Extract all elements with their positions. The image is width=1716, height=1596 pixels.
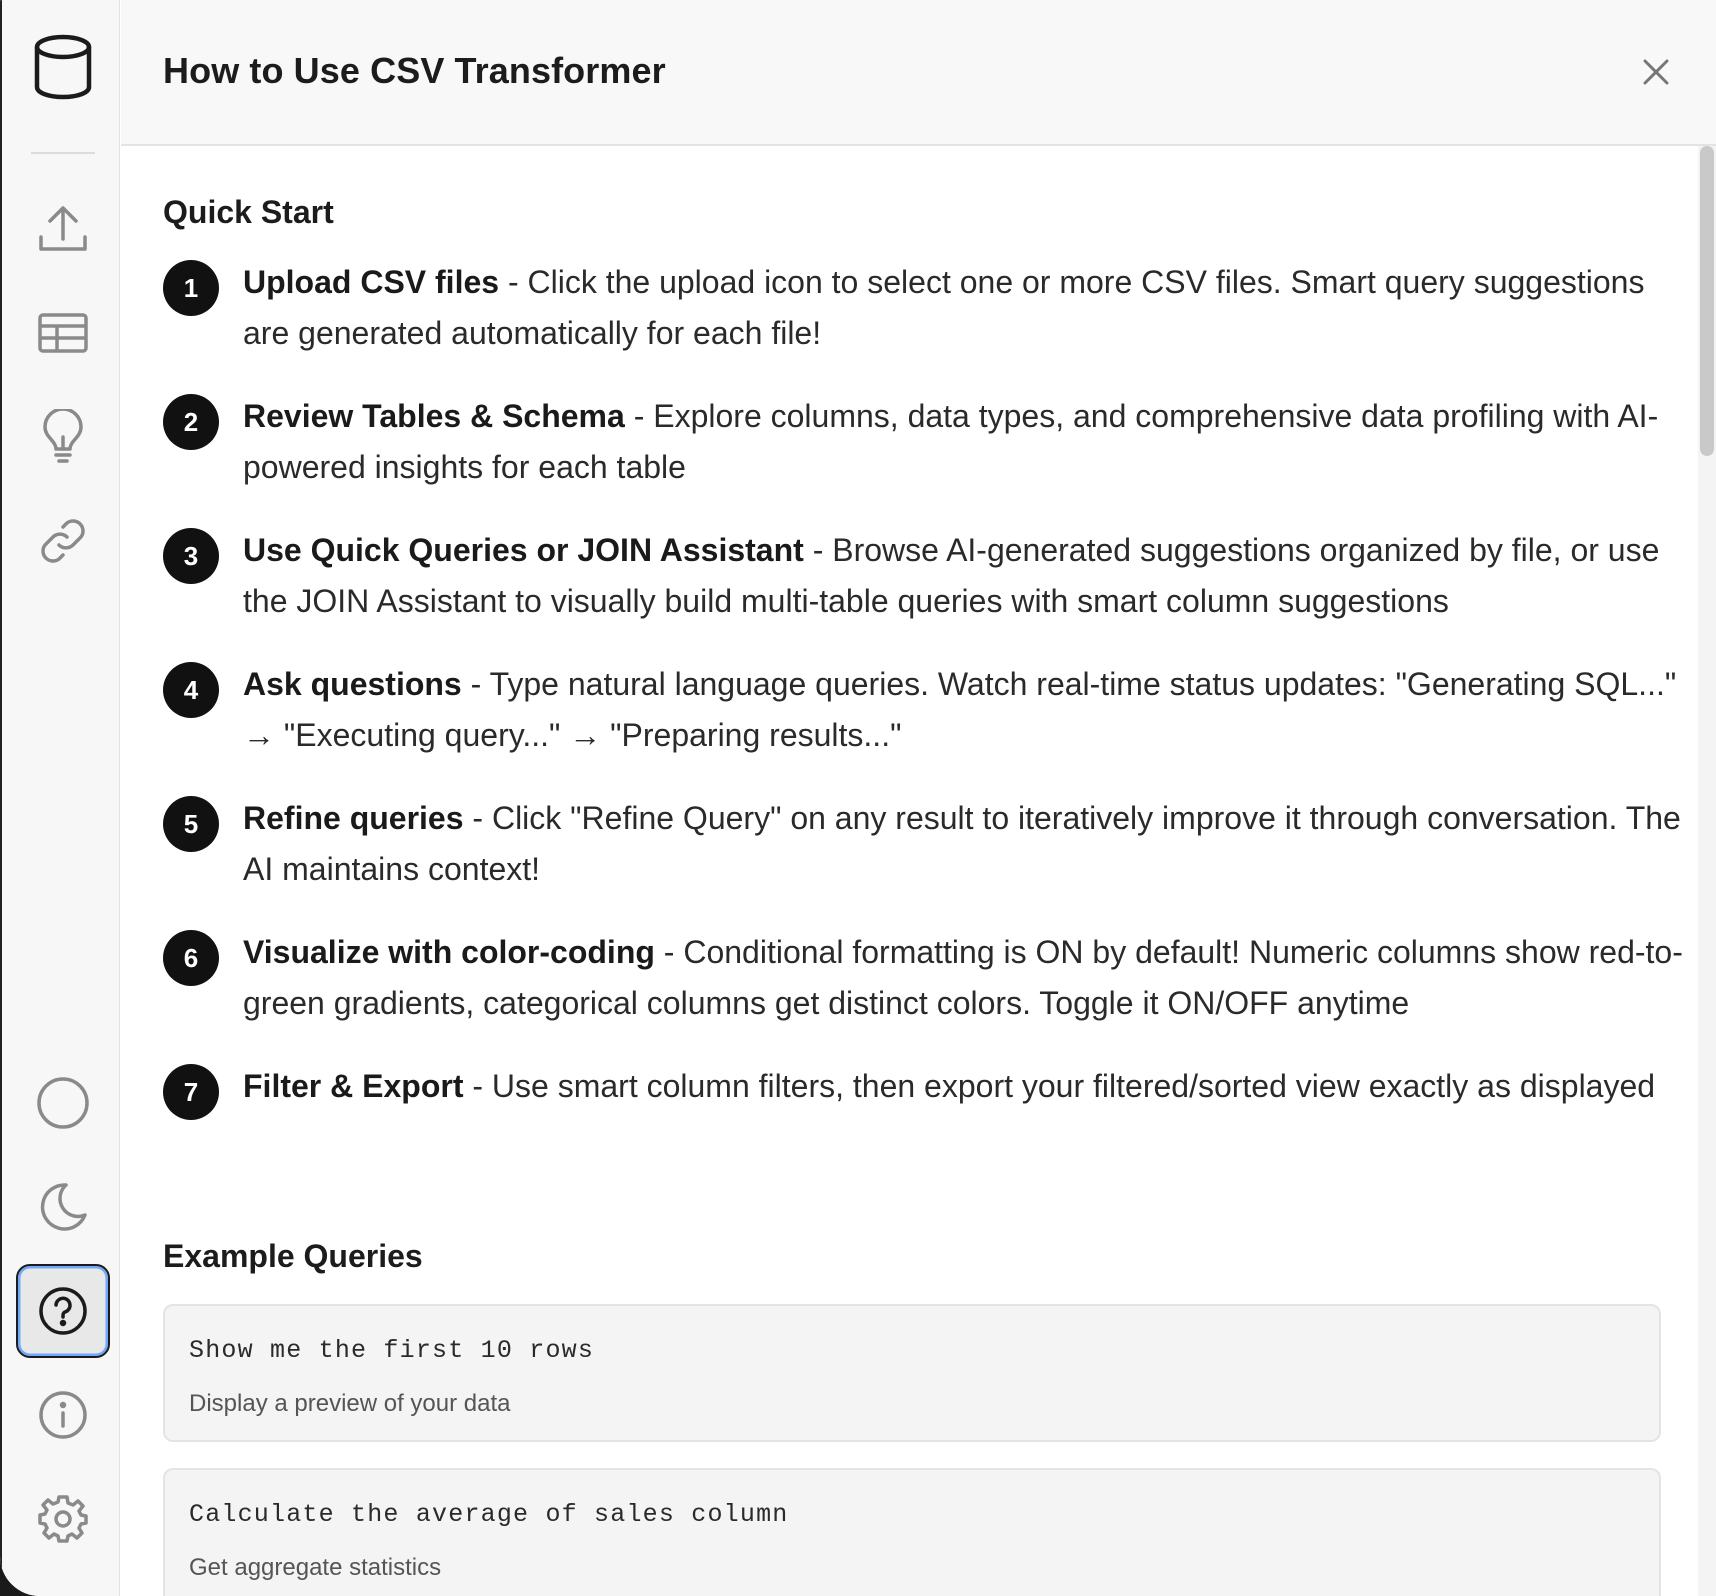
step-number: 5 [163, 796, 219, 852]
sidebar-divider [31, 152, 95, 154]
sidebar-item-help[interactable] [16, 1264, 110, 1358]
scrollbar-thumb[interactable] [1700, 146, 1714, 456]
page-title: How to Use CSV Transformer [163, 50, 666, 91]
help-content: Quick Start 1 Upload CSV files - Click t… [121, 146, 1698, 1596]
example-query-card[interactable]: Calculate the average of sales column Ge… [163, 1468, 1661, 1596]
help-icon [39, 1287, 87, 1335]
step-text: Visualize with color-coding - Conditiona… [243, 934, 1683, 1021]
link-icon [41, 519, 85, 563]
example-query-description: Get aggregate statistics [189, 1554, 442, 1581]
example-query-card[interactable]: Show me the first 10 rows Display a prev… [163, 1304, 1661, 1442]
sidebar-item-suggestions[interactable] [16, 390, 110, 484]
step-number: 2 [163, 394, 219, 450]
step-number: 1 [163, 260, 219, 316]
step-number: 6 [163, 930, 219, 986]
upload-icon [39, 206, 87, 251]
sidebar-item-upload[interactable] [16, 182, 110, 276]
lightbulb-icon [43, 409, 83, 463]
step-number: 7 [163, 1064, 219, 1120]
close-icon [1643, 59, 1669, 85]
quick-start-heading: Quick Start [163, 194, 334, 230]
circle-icon [37, 1077, 89, 1129]
database-icon [16, 20, 110, 114]
example-query-description: Display a preview of your data [189, 1390, 511, 1417]
step-number: 4 [163, 662, 219, 718]
dialog-header: How to Use CSV Transformer [121, 0, 1716, 146]
sidebar-item-about[interactable] [16, 1368, 110, 1462]
step-text: Ask questions - Type natural language qu… [243, 666, 1677, 753]
example-query-text: Calculate the average of sales column [189, 1500, 789, 1529]
sidebar-item-theme-dark[interactable] [16, 1160, 110, 1254]
app-window: How to Use CSV Transformer Quick Start 1… [0, 0, 1716, 1596]
sidebar [0, 0, 120, 1596]
info-icon [39, 1391, 87, 1439]
close-button[interactable] [1636, 52, 1676, 92]
step-text: Use Quick Queries or JOIN Assistant - Br… [243, 532, 1660, 619]
gear-icon [38, 1495, 88, 1543]
sidebar-item-theme-light[interactable] [16, 1056, 110, 1150]
step-text: Filter & Export - Use smart column filte… [243, 1068, 1656, 1104]
sidebar-item-settings[interactable] [16, 1472, 110, 1566]
example-queries-heading: Example Queries [163, 1238, 423, 1274]
sidebar-item-tables[interactable] [16, 286, 110, 380]
step-text: Refine queries - Click "Refine Query" on… [243, 800, 1681, 887]
step-text: Review Tables & Schema - Explore columns… [243, 398, 1659, 485]
sidebar-item-join[interactable] [16, 494, 110, 588]
table-icon [38, 313, 88, 353]
example-query-text: Show me the first 10 rows [189, 1336, 595, 1365]
step-number: 3 [163, 528, 219, 584]
moon-icon [40, 1183, 87, 1231]
step-text: Upload CSV files - Click the upload icon… [243, 264, 1645, 351]
